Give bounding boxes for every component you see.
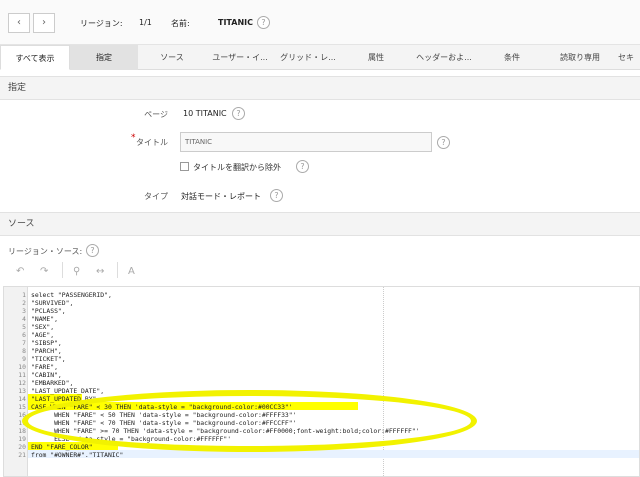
tab-security[interactable]: セキ bbox=[614, 45, 640, 70]
region-source-label: リージョン・ソース: bbox=[8, 247, 83, 256]
code-line[interactable]: 8 "PARCH", bbox=[4, 347, 639, 355]
code-text[interactable]: "PCLASS", bbox=[31, 307, 66, 315]
tab-source[interactable]: ソース bbox=[138, 45, 206, 70]
region-name: TITANIC bbox=[218, 18, 254, 27]
page-label: ページ bbox=[144, 110, 168, 119]
exclude-help-icon[interactable]: ? bbox=[296, 160, 309, 173]
name-label: 名前: bbox=[171, 19, 190, 28]
line-number: 12 bbox=[18, 379, 26, 387]
line-number: 5 bbox=[22, 323, 26, 331]
code-line[interactable]: 6 "AGE", bbox=[4, 331, 639, 339]
line-number: 19 bbox=[18, 435, 26, 443]
line-number: 7 bbox=[22, 339, 26, 347]
code-text[interactable]: "TICKET", bbox=[31, 355, 66, 363]
code-text[interactable]: "SIBSP", bbox=[31, 339, 62, 347]
tab-show-all[interactable]: すべて表示 bbox=[0, 45, 70, 70]
tab-user-interface[interactable]: ユーザー・イ... bbox=[206, 45, 274, 70]
exclude-title-label: タイトルを翻訳から除外 bbox=[193, 163, 281, 172]
line-number: 2 bbox=[22, 299, 26, 307]
line-number: 20 bbox=[18, 443, 26, 451]
undo-icon[interactable]: ↶ bbox=[16, 266, 24, 277]
region-header: ‹ › リージョン: 1/1 名前: TITANIC ? bbox=[0, 0, 640, 45]
line-number: 1 bbox=[22, 291, 26, 299]
replace-icon[interactable]: ↔ bbox=[96, 266, 104, 277]
line-number: 14 bbox=[18, 395, 26, 403]
line-number: 15 bbox=[18, 403, 26, 411]
tab-identification[interactable]: 指定 bbox=[70, 45, 138, 70]
code-text[interactable]: "CABIN", bbox=[31, 371, 62, 379]
code-line[interactable]: 11 "CABIN", bbox=[4, 371, 639, 379]
code-line[interactable]: 1 select "PASSENGERID", bbox=[4, 291, 639, 299]
line-number: 11 bbox=[18, 371, 26, 379]
title-input[interactable]: TITANIC bbox=[180, 132, 432, 152]
line-number: 6 bbox=[22, 331, 26, 339]
code-text[interactable]: "LAST_UPDATE_DATE", bbox=[31, 387, 104, 395]
type-label: タイプ bbox=[144, 192, 168, 201]
code-line[interactable]: 10 "FARE", bbox=[4, 363, 639, 371]
code-line[interactable]: 21 from "#OWNER#"."TITANIC" bbox=[4, 451, 639, 459]
code-text[interactable]: select "PASSENGERID", bbox=[31, 291, 112, 299]
identification-section-header[interactable]: 指定 bbox=[0, 76, 640, 100]
code-text[interactable]: "PARCH", bbox=[31, 347, 62, 355]
property-tabs: すべて表示 指定 ソース ユーザー・イ... グリッド・レ... 属性 ヘッダー… bbox=[0, 45, 640, 70]
page-help-icon[interactable]: ? bbox=[232, 107, 245, 120]
line-number: 3 bbox=[22, 307, 26, 315]
type-help-icon[interactable]: ? bbox=[270, 189, 283, 202]
help-icon[interactable]: ? bbox=[257, 16, 270, 29]
line-number: 10 bbox=[18, 363, 26, 371]
code-text[interactable]: "AGE", bbox=[31, 331, 54, 339]
line-number: 18 bbox=[18, 427, 26, 435]
code-text[interactable]: "SEX", bbox=[31, 323, 54, 331]
code-line[interactable]: 7 "SIBSP", bbox=[4, 339, 639, 347]
code-text[interactable]: "FARE", bbox=[31, 363, 58, 371]
toolbar-divider bbox=[117, 262, 118, 278]
code-line[interactable]: 2 "SURVIVED", bbox=[4, 299, 639, 307]
chevron-left-icon[interactable]: ‹ bbox=[8, 13, 30, 33]
tab-header-footer[interactable]: ヘッダーおよ... bbox=[410, 45, 478, 70]
code-line[interactable]: 5 "SEX", bbox=[4, 323, 639, 331]
page-value: 10 TITANIC bbox=[183, 109, 227, 118]
line-number: 13 bbox=[18, 387, 26, 395]
region-label: リージョン: bbox=[80, 19, 123, 28]
format-icon[interactable]: A bbox=[128, 266, 135, 277]
chevron-right-icon[interactable]: › bbox=[33, 13, 55, 33]
code-text[interactable]: "SURVIVED", bbox=[31, 299, 73, 307]
title-label: タイトル bbox=[136, 138, 168, 147]
code-line[interactable]: 9 "TICKET", bbox=[4, 355, 639, 363]
tab-attributes[interactable]: 属性 bbox=[342, 45, 410, 70]
yellow-annotation-ellipse bbox=[22, 390, 477, 452]
type-value[interactable]: 対話モード・レポート bbox=[181, 191, 261, 202]
code-text[interactable]: "EMBARKED", bbox=[31, 379, 73, 387]
code-text[interactable]: "NAME", bbox=[31, 315, 58, 323]
exclude-title-checkbox[interactable] bbox=[180, 162, 189, 171]
region-source-help-icon[interactable]: ? bbox=[86, 244, 99, 257]
code-text[interactable]: from "#OWNER#"."TITANIC" bbox=[31, 451, 123, 459]
tab-grid-layout[interactable]: グリッド・レ... bbox=[274, 45, 342, 70]
line-number: 4 bbox=[22, 315, 26, 323]
region-count: 1/1 bbox=[139, 18, 152, 27]
line-number: 9 bbox=[22, 355, 26, 363]
code-line[interactable]: 12 "EMBARKED", bbox=[4, 379, 639, 387]
source-section-header[interactable]: ソース bbox=[0, 212, 640, 236]
tab-conditions[interactable]: 条件 bbox=[478, 45, 546, 70]
code-text[interactable]: END "FARE_COLOR" bbox=[31, 443, 93, 451]
line-number: 8 bbox=[22, 347, 26, 355]
tab-read-only[interactable]: 読取り専用 bbox=[546, 45, 614, 70]
search-icon[interactable]: ⚲ bbox=[73, 266, 80, 277]
title-help-icon[interactable]: ? bbox=[437, 136, 450, 149]
code-line[interactable]: 4 "NAME", bbox=[4, 315, 639, 323]
line-number: 21 bbox=[18, 451, 26, 459]
redo-icon[interactable]: ↷ bbox=[40, 266, 48, 277]
toolbar-divider bbox=[62, 262, 63, 278]
code-line[interactable]: 3 "PCLASS", bbox=[4, 307, 639, 315]
